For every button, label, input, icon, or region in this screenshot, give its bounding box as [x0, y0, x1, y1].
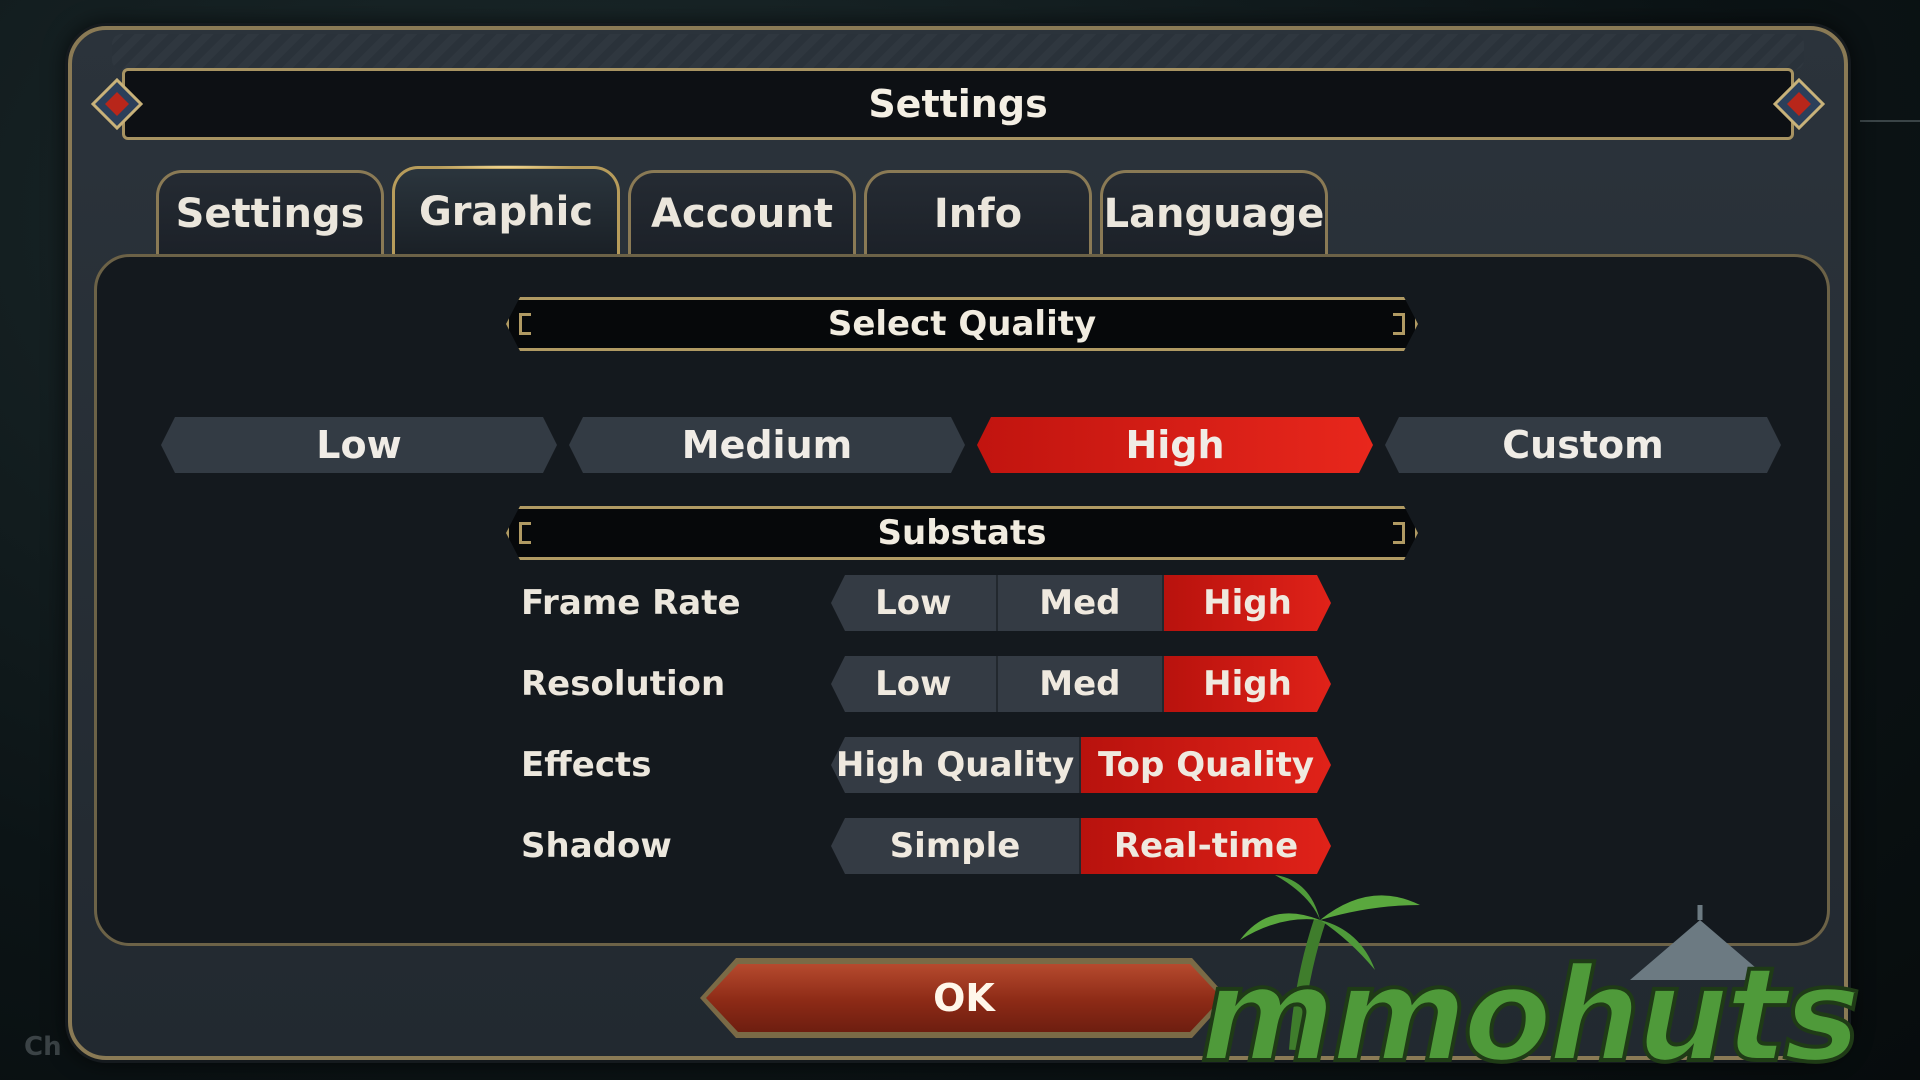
tab-language[interactable]: Language	[1100, 170, 1328, 254]
window-title: Settings	[868, 82, 1048, 126]
effects-options: High Quality Top Quality	[831, 737, 1331, 793]
frame-rate-high-option[interactable]: High	[1164, 575, 1331, 631]
frame-rate-med-option[interactable]: Med	[998, 575, 1165, 631]
watermark-text: mmohuts	[1200, 939, 1857, 1070]
quality-custom-button[interactable]: Custom	[1385, 417, 1781, 473]
tab-info[interactable]: Info	[864, 170, 1092, 254]
substat-row-effects: Effects High Quality Top Quality	[521, 737, 1421, 793]
effects-high-quality-option[interactable]: High Quality	[831, 737, 1081, 793]
background-hint-text: Ch	[24, 1032, 62, 1062]
graphic-panel: Select Quality Low Medium High Custom Su…	[94, 254, 1830, 946]
quality-medium-button[interactable]: Medium	[569, 417, 965, 473]
substat-row-resolution: Resolution Low Med High	[521, 656, 1421, 712]
resolution-high-option[interactable]: High	[1164, 656, 1331, 712]
tab-account[interactable]: Account	[628, 170, 856, 254]
tab-bar: Settings Graphic Account Info Language	[156, 165, 1328, 254]
shadow-simple-option[interactable]: Simple	[831, 818, 1081, 874]
substat-label: Resolution	[521, 664, 726, 704]
substat-label: Effects	[521, 745, 652, 785]
background-decoration-line	[1860, 120, 1920, 122]
effects-top-quality-option[interactable]: Top Quality	[1081, 737, 1331, 793]
tab-settings[interactable]: Settings	[156, 170, 384, 254]
diamond-ornament-icon	[91, 78, 143, 130]
quality-selector: Low Medium High Custom	[161, 417, 1781, 473]
mmohuts-watermark: mmohuts	[1200, 875, 1863, 1070]
substat-label: Shadow	[521, 826, 672, 866]
ok-button[interactable]: OK	[706, 964, 1222, 1032]
ok-button-frame: OK	[700, 958, 1228, 1038]
diamond-ornament-icon	[1773, 78, 1825, 130]
select-quality-header: Select Quality	[506, 297, 1418, 351]
frame-rate-options: Low Med High	[831, 575, 1331, 631]
window-border-pattern	[112, 34, 1804, 70]
resolution-options: Low Med High	[831, 656, 1331, 712]
tab-graphic[interactable]: Graphic	[392, 165, 620, 254]
quality-low-button[interactable]: Low	[161, 417, 557, 473]
resolution-med-option[interactable]: Med	[998, 656, 1165, 712]
substat-label: Frame Rate	[521, 583, 741, 623]
title-bar: Settings	[91, 68, 1825, 140]
resolution-low-option[interactable]: Low	[831, 656, 998, 712]
substat-row-frame-rate: Frame Rate Low Med High	[521, 575, 1421, 631]
quality-high-button[interactable]: High	[977, 417, 1373, 473]
frame-rate-low-option[interactable]: Low	[831, 575, 998, 631]
substats-header: Substats	[506, 506, 1418, 560]
